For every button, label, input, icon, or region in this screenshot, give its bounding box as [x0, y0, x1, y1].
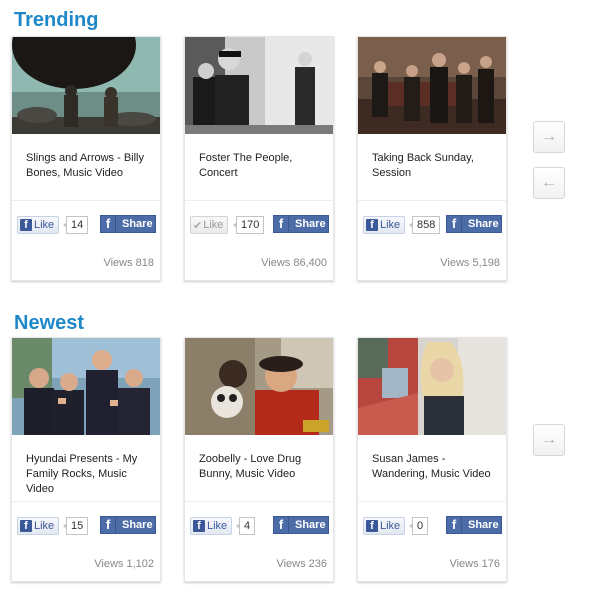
video-card[interactable]: Zoobelly - Love Drug Bunny, Music Video … — [184, 337, 334, 582]
check-icon: ✔ — [193, 219, 203, 232]
view-count: Views 1,102 — [94, 558, 154, 570]
facebook-icon: f — [447, 517, 462, 533]
like-count: 858 — [408, 216, 441, 234]
video-title[interactable]: Hyundai Presents - My Family Rocks, Musi… — [26, 452, 152, 497]
video-card[interactable]: Taking Back Sunday, Session f Like 858 f… — [357, 36, 507, 281]
video-card[interactable]: Susan James - Wandering, Music Video f L… — [357, 337, 507, 582]
facebook-like-button[interactable]: f Like — [17, 216, 60, 234]
share-label: Share — [122, 519, 153, 531]
like-count: 0 — [408, 517, 429, 535]
facebook-share-button[interactable]: f Share — [446, 516, 502, 534]
video-title[interactable]: Foster The People, Concert — [199, 151, 325, 181]
facebook-like-button[interactable]: f Like — [363, 517, 406, 535]
card-divider — [185, 200, 333, 201]
facebook-icon: f — [274, 216, 289, 232]
section-title-trending: Trending — [14, 9, 99, 31]
share-label: Share — [468, 218, 499, 230]
video-card[interactable]: Hyundai Presents - My Family Rocks, Musi… — [11, 337, 161, 582]
video-thumbnail[interactable] — [358, 338, 506, 435]
video-title[interactable]: Taking Back Sunday, Session — [372, 151, 498, 181]
video-thumbnail[interactable] — [358, 37, 506, 134]
facebook-icon: f — [20, 520, 32, 532]
share-label: Share — [295, 519, 326, 531]
like-label: Like — [207, 520, 228, 532]
facebook-icon: f — [366, 520, 378, 532]
arrow-right-icon: → — [541, 431, 557, 448]
card-divider — [358, 200, 506, 201]
newest-section: Newest Hyundai Presents - My Family Rock… — [0, 311, 601, 596]
view-count: Views 86,400 — [261, 257, 327, 269]
card-divider — [12, 501, 160, 502]
video-thumbnail[interactable] — [12, 37, 160, 134]
video-thumbnail[interactable] — [185, 37, 333, 134]
like-count: 14 — [62, 216, 89, 234]
view-count: Views 236 — [276, 558, 327, 570]
facebook-share-button[interactable]: f Share — [100, 516, 156, 534]
video-title[interactable]: Slings and Arrows - Billy Bones, Music V… — [26, 151, 152, 181]
video-title[interactable]: Zoobelly - Love Drug Bunny, Music Video — [199, 452, 325, 482]
trending-section: Trending Slings and Arrows - Billy Bones… — [0, 8, 601, 298]
facebook-icon: f — [366, 219, 378, 231]
section-title-newest: Newest — [14, 312, 85, 334]
video-card[interactable]: Foster The People, Concert ✔ Like 170 f … — [184, 36, 334, 281]
share-label: Share — [122, 218, 153, 230]
facebook-icon: f — [447, 216, 462, 232]
carousel-next-button[interactable]: → — [533, 424, 565, 456]
view-count: Views 818 — [103, 257, 154, 269]
video-thumbnail[interactable] — [12, 338, 160, 435]
facebook-icon: f — [101, 216, 116, 232]
carousel-prev-button[interactable]: ← — [533, 167, 565, 199]
facebook-like-button[interactable]: f Like — [190, 517, 233, 535]
facebook-like-button[interactable]: f Like — [17, 517, 60, 535]
facebook-icon: f — [193, 520, 205, 532]
like-label: Like — [34, 520, 55, 532]
like-label: Like — [203, 219, 224, 231]
facebook-share-button[interactable]: f Share — [100, 215, 156, 233]
facebook-icon: f — [20, 219, 32, 231]
facebook-like-button[interactable]: ✔ Like — [190, 216, 229, 234]
arrow-right-icon: → — [541, 128, 557, 145]
like-count: 4 — [235, 517, 256, 535]
facebook-icon: f — [274, 517, 289, 533]
video-thumbnail[interactable] — [185, 338, 333, 435]
like-label: Like — [34, 219, 55, 231]
card-divider — [185, 501, 333, 502]
card-divider — [12, 200, 160, 201]
like-label: Like — [380, 219, 401, 231]
video-title[interactable]: Susan James - Wandering, Music Video — [372, 452, 498, 482]
card-divider — [358, 501, 506, 502]
carousel-next-button[interactable]: → — [533, 121, 565, 153]
facebook-share-button[interactable]: f Share — [446, 215, 502, 233]
share-label: Share — [295, 218, 326, 230]
like-count: 15 — [62, 517, 89, 535]
like-label: Like — [380, 520, 401, 532]
facebook-share-button[interactable]: f Share — [273, 215, 329, 233]
arrow-left-icon: ← — [541, 174, 557, 191]
facebook-share-button[interactable]: f Share — [273, 516, 329, 534]
view-count: Views 5,198 — [440, 257, 500, 269]
facebook-icon: f — [101, 517, 116, 533]
share-label: Share — [468, 519, 499, 531]
like-count: 170 — [232, 216, 265, 234]
view-count: Views 176 — [449, 558, 500, 570]
video-card[interactable]: Slings and Arrows - Billy Bones, Music V… — [11, 36, 161, 281]
facebook-like-button[interactable]: f Like — [363, 216, 406, 234]
